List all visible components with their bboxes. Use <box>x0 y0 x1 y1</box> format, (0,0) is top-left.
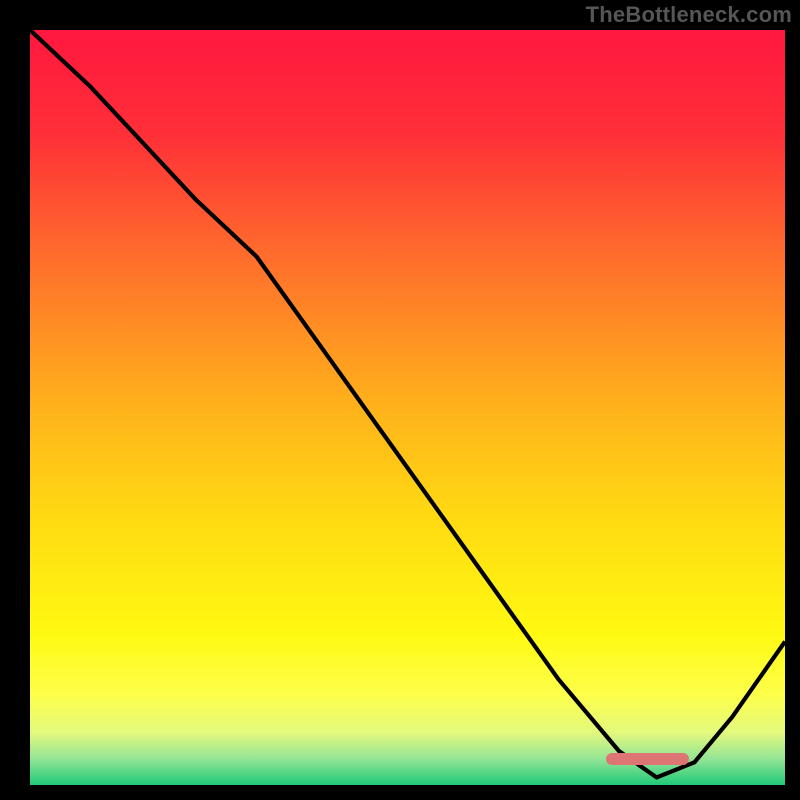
curve-path <box>30 30 785 777</box>
chart-frame: TheBottleneck.com <box>0 0 800 800</box>
curve-svg <box>30 30 785 785</box>
plot-area <box>30 30 785 785</box>
optimal-range-marker <box>606 753 689 765</box>
watermark-text: TheBottleneck.com <box>586 2 792 28</box>
